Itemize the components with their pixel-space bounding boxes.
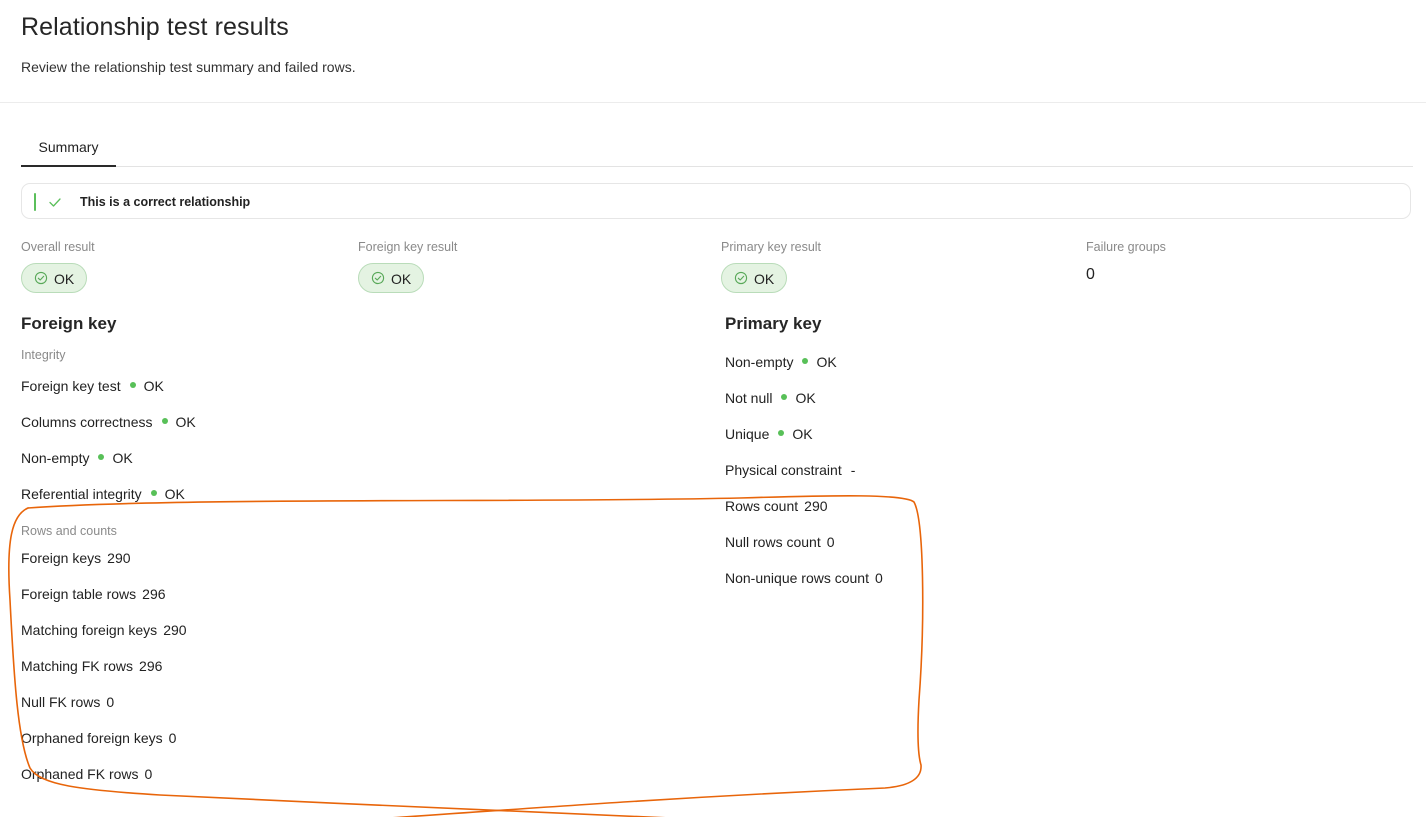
null-fk-rows-row: Null FK rows 0 [21, 692, 114, 712]
overall-result-badge: OK [21, 263, 87, 293]
columns-correctness-row: Columns correctness OK [21, 412, 196, 432]
count-value: 296 [142, 586, 166, 602]
count-value: 290 [804, 498, 828, 514]
count-value: 0 [168, 730, 177, 746]
count-value: 296 [139, 658, 163, 674]
count-value: 290 [107, 550, 131, 566]
count-value: 0 [826, 534, 835, 550]
pk-unique-row: Unique OK [725, 424, 813, 444]
count-label: Null rows count [725, 534, 821, 550]
tab-summary[interactable]: Summary [21, 127, 116, 167]
count-label: Foreign keys [21, 550, 102, 566]
foreign-key-result-badge: OK [358, 263, 424, 293]
highlight-annotation [8, 494, 924, 817]
count-value: 0 [144, 766, 153, 782]
count-label: Rows count [725, 498, 799, 514]
pk-rows-count-row: Rows count 290 [725, 496, 828, 516]
page-header: Relationship test results Review the rel… [0, 0, 1426, 103]
matching-foreign-keys-row: Matching foreign keys 290 [21, 620, 187, 640]
foreign-key-result-value: OK [391, 271, 412, 287]
check-label: Physical constraint [725, 462, 842, 478]
pk-non-unique-rows-count-row: Non-unique rows count 0 [725, 568, 883, 588]
tab-bar: Summary [21, 127, 1413, 167]
check-label: Non-empty [725, 354, 794, 370]
check-status: OK [143, 378, 164, 394]
alert-message: This is a correct relationship [80, 195, 251, 209]
check-label: Not null [725, 390, 773, 406]
status-dot-icon [98, 454, 105, 461]
status-dot-icon [802, 358, 809, 365]
check-status: OK [112, 450, 133, 466]
status-dot-icon [129, 382, 136, 389]
check-label: Non-empty [21, 450, 90, 466]
check-status: OK [795, 390, 816, 406]
count-label: Matching foreign keys [21, 622, 158, 638]
physical-constraint-row: Physical constraint - [725, 460, 855, 480]
count-label: Matching FK rows [21, 658, 134, 674]
check-status: OK [164, 486, 185, 502]
count-value: 0 [874, 570, 883, 586]
foreign-key-section-title: Foreign key [21, 314, 117, 333]
orphaned-foreign-keys-row: Orphaned foreign keys 0 [21, 728, 176, 748]
check-status: OK [792, 426, 813, 442]
foreign-key-result-label: Foreign key result [358, 240, 458, 254]
status-dot-icon [778, 430, 785, 437]
failure-groups-label: Failure groups [1086, 240, 1166, 254]
count-label: Foreign table rows [21, 586, 137, 602]
check-label: Foreign key test [21, 378, 121, 394]
count-label: Null FK rows [21, 694, 101, 710]
check-circle-icon [371, 271, 385, 285]
pk-not-null-row: Not null OK [725, 388, 816, 408]
matching-fk-rows-row: Matching FK rows 296 [21, 656, 162, 676]
check-icon [49, 198, 61, 207]
status-dot-icon [150, 490, 157, 497]
page-subtitle: Review the relationship test summary and… [21, 59, 356, 75]
count-label: Orphaned foreign keys [21, 730, 163, 746]
count-label: Orphaned FK rows [21, 766, 139, 782]
check-circle-icon [34, 271, 48, 285]
count-label: Non-unique rows count [725, 570, 869, 586]
fk-non-empty-row: Non-empty OK [21, 448, 133, 468]
check-circle-icon [734, 271, 748, 285]
foreign-table-rows-row: Foreign table rows 296 [21, 584, 166, 604]
check-label: Referential integrity [21, 486, 142, 502]
check-value: - [850, 462, 856, 478]
referential-integrity-row: Referential integrity OK [21, 484, 185, 504]
status-dot-icon [781, 394, 788, 401]
alert-accent-bar [34, 193, 36, 211]
rows-and-counts-group-label: Rows and counts [21, 524, 117, 538]
check-label: Unique [725, 426, 770, 442]
check-label: Columns correctness [21, 414, 153, 430]
overall-result-value: OK [54, 271, 75, 287]
pk-non-empty-row: Non-empty OK [725, 352, 837, 372]
primary-key-result-label: Primary key result [721, 240, 822, 254]
check-status: OK [816, 354, 837, 370]
primary-key-result-value: OK [754, 271, 775, 287]
status-dot-icon [161, 418, 168, 425]
foreign-key-test-row: Foreign key test OK [21, 376, 164, 396]
failure-groups-value: 0 [1086, 266, 1095, 283]
overall-result-label: Overall result [21, 240, 95, 254]
count-value: 0 [106, 694, 115, 710]
orphaned-fk-rows-row: Orphaned FK rows 0 [21, 764, 152, 784]
pk-null-rows-count-row: Null rows count 0 [725, 532, 835, 552]
primary-key-result-badge: OK [721, 263, 787, 293]
page-title: Relationship test results [21, 13, 289, 41]
check-status: OK [175, 414, 196, 430]
count-value: 290 [163, 622, 187, 638]
integrity-group-label: Integrity [21, 348, 66, 362]
primary-key-section-title: Primary key [725, 314, 822, 333]
success-alert: This is a correct relationship [21, 183, 1411, 219]
foreign-keys-count-row: Foreign keys 290 [21, 548, 131, 568]
